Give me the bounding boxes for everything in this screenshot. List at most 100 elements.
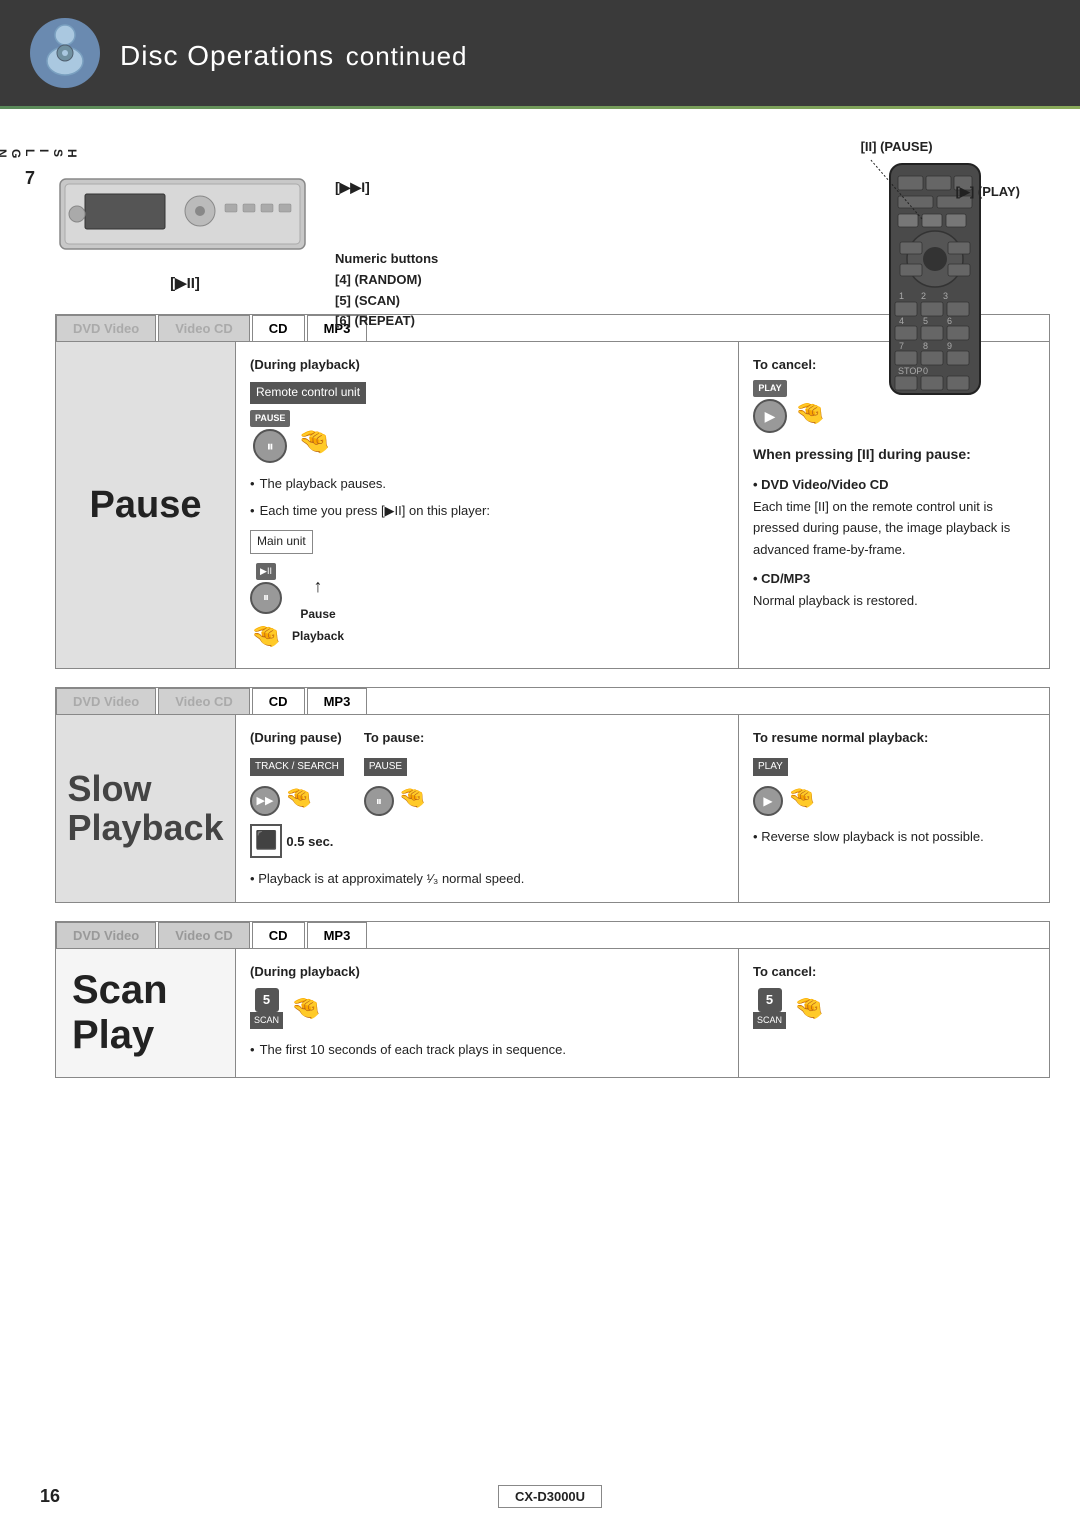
header-title: Disc Operations continued — [120, 32, 468, 75]
header-title-text: Disc Operations — [120, 40, 334, 71]
scan-play-section: DVD Video Video CD CD MP3 Scan Play (Dur… — [55, 921, 1050, 1079]
slow-to-pause: To pause: — [364, 727, 426, 748]
hand-slow-track: 🤏 — [285, 780, 312, 816]
pause-bullet1-text: The playback pauses. — [260, 473, 386, 494]
hand-scan: 🤏 — [291, 989, 321, 1029]
slow-during-label: (During pause) — [250, 727, 344, 748]
header-subtitle: continued — [346, 41, 468, 71]
scan-bullet1: • The first 10 seconds of each track pla… — [250, 1039, 724, 1060]
svg-text:8: 8 — [923, 341, 928, 351]
pause-btn-circle: ⏸ — [253, 429, 287, 463]
scan-number: 5 — [255, 988, 279, 1012]
cd-player-diagram: [▶II] — [55, 159, 315, 292]
slow-play-graphic: ▶ — [753, 786, 783, 816]
slow-track-search-graphic: ▶▶ — [250, 786, 280, 816]
dvd-video-cd-text: Each time [II] on the remote control uni… — [753, 496, 1035, 560]
page-number: 16 — [40, 1486, 60, 1507]
playback-word: Playback — [292, 627, 344, 647]
tab-mp3-scan[interactable]: MP3 — [307, 922, 368, 948]
when-pressing-title: When pressing [II] during pause: — [753, 443, 1035, 466]
pause-bullet2-text: Each time you press [▶II] on this player… — [260, 500, 490, 521]
hand-scan-cancel: 🤏 — [794, 989, 824, 1029]
scan-mid-col: (During playback) 5 SCAN 🤏 • — [236, 949, 739, 1078]
scan-content: Scan Play (During playback) 5 SCAN 🤏 — [56, 949, 1049, 1078]
scan-cancel-label: SCAN — [753, 1012, 786, 1029]
svg-text:4: 4 — [899, 316, 904, 326]
language-page-num: 7 — [25, 168, 35, 189]
player-label: [▶II] — [55, 274, 315, 292]
tab-cd-pause[interactable]: CD — [252, 315, 305, 341]
header-divider — [0, 106, 1080, 109]
slow-tabs-header: DVD Video Video CD CD MP3 — [56, 688, 1049, 715]
language-sidebar: ENGLISH 7 — [15, 139, 45, 1096]
numeric-label-4: [4] (RANDOM) — [335, 272, 422, 287]
pause-playback-arrows: ↑ Pause Playback — [292, 572, 344, 647]
sec-label: ⬛ 0.5 sec. — [250, 824, 344, 858]
header-icon — [30, 18, 100, 88]
slow-track-btn: ▶▶ — [250, 786, 280, 816]
scan-cancel-number: 5 — [758, 988, 782, 1012]
tab-mp3-slow[interactable]: MP3 — [307, 688, 368, 714]
slow-pause-btn: ⏸ — [364, 786, 394, 816]
svg-text:STOP: STOP — [898, 366, 922, 376]
svg-text:6: 6 — [947, 316, 952, 326]
dvd-video-cd-title: • DVD Video/Video CD — [753, 474, 1035, 495]
svg-text:2: 2 — [921, 291, 926, 301]
tab-videocd-scan[interactable]: Video CD — [158, 922, 250, 948]
cancel-play-btn-label: PLAY — [753, 380, 786, 397]
hand-slow-play: 🤏 — [788, 780, 815, 816]
numeric-label-title: Numeric buttons — [335, 251, 438, 266]
numeric-label: Numeric buttons [4] (RANDOM) [5] (SCAN) … — [335, 249, 438, 332]
slow-title2: Playback — [67, 808, 223, 848]
hand-finger-pause: 🤏 — [298, 420, 330, 463]
page-wrapper: Disc Operations continued ENGLISH 7 — [0, 0, 1080, 1528]
pause-word: Pause — [300, 605, 335, 625]
slow-bullet1-text: Playback is at approximately ¹⁄₃ normal … — [258, 871, 524, 886]
track-search-label: TRACK / SEARCH — [250, 758, 344, 777]
cdmp3-title: • CD/MP3 — [753, 568, 1035, 589]
scan-tabs-header: DVD Video Video CD CD MP3 — [56, 922, 1049, 949]
svg-text:9: 9 — [947, 341, 952, 351]
slow-bullet2: • Reverse slow playback is not possible. — [753, 826, 1035, 847]
scan-right-col: To cancel: 5 SCAN 🤏 — [739, 949, 1049, 1078]
tab-cd-slow[interactable]: CD — [252, 688, 305, 714]
svg-text:0: 0 — [923, 366, 928, 376]
tab-dvdvideo-slow[interactable]: DVD Video — [56, 688, 156, 714]
pause-remote-label: Remote control unit — [250, 382, 366, 404]
slow-bullet1: • Playback is at approximately ¹⁄₃ norma… — [250, 868, 724, 889]
scan-title: Scan Play — [72, 968, 219, 1058]
pause-play-diagram: ▶II ⏸ 🤏 — [250, 563, 282, 656]
skip-label: [▶▶I] — [335, 179, 370, 196]
pause-bullet2: • Each time you press [▶II] on this play… — [250, 500, 724, 521]
slow-pause-label: PAUSE — [364, 758, 407, 777]
svg-text:3: 3 — [943, 291, 948, 301]
slow-right-col: To resume normal playback: PLAY ▶ 🤏 • Re… — [739, 715, 1049, 901]
slow-play-label: PLAY — [753, 758, 788, 777]
model-number: CX-D3000U — [498, 1485, 602, 1508]
pause-mid-col: (During playback) Remote control unit PA… — [236, 342, 739, 668]
tab-dvdvideo-scan[interactable]: DVD Video — [56, 922, 156, 948]
slow-mid-col: (During pause) TRACK / SEARCH ▶▶ 🤏 — [236, 715, 739, 901]
scan-during-label: (During playback) — [250, 961, 724, 982]
tab-videocd-slow[interactable]: Video CD — [158, 688, 250, 714]
slow-play-btn: ▶ — [753, 786, 783, 816]
tab-videocd-pause[interactable]: Video CD — [158, 315, 250, 341]
scan-bullet1-text: The first 10 seconds of each track plays… — [260, 1039, 566, 1060]
slow-pause-graphic: ⏸ — [364, 786, 394, 816]
slow-to-resume: To resume normal playback: — [753, 727, 1035, 748]
pause-button-graphic: PAUSE ⏸ — [250, 410, 290, 463]
slow-bullet2-text: Reverse slow playback is not possible. — [761, 829, 984, 844]
hand-cancel-pause: 🤏 — [795, 394, 825, 434]
cancel-play-graphic: PLAY ▶ — [753, 380, 787, 433]
svg-text:7: 7 — [899, 341, 904, 351]
sec-label-text: 0.5 sec. — [286, 831, 333, 852]
slow-title1: Slow — [67, 769, 223, 809]
pause-title-cell: Pause — [56, 342, 236, 668]
slow-title-cell: Slow Playback — [56, 715, 236, 901]
tab-cd-scan[interactable]: CD — [252, 922, 305, 948]
page-header: Disc Operations continued — [0, 0, 1080, 106]
slow-content: Slow Playback (During pause) TRACK / SEA… — [56, 715, 1049, 901]
tab-dvdvideo-pause[interactable]: DVD Video — [56, 315, 156, 341]
main-unit-label: Main unit — [250, 530, 313, 554]
scan-cancel-btn-graphic: 5 SCAN — [753, 988, 786, 1029]
